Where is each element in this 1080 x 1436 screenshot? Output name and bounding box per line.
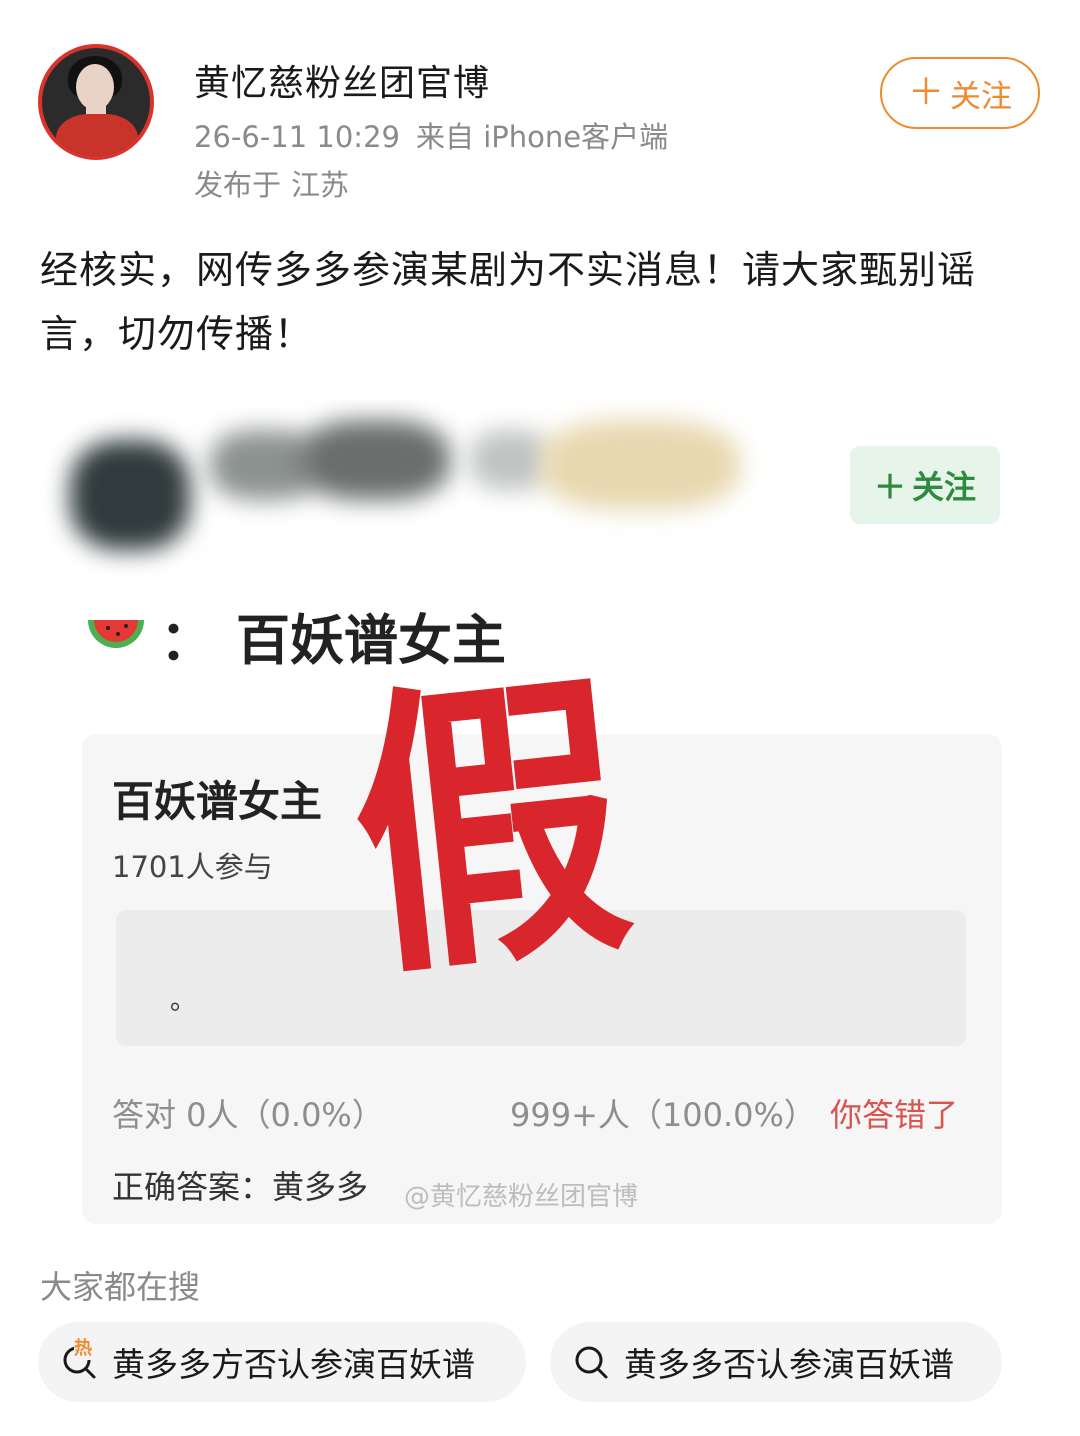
post-meta: 26-6-11 10:29 来自 iPhone客户端 — [194, 114, 668, 156]
quiz-option-text: 。 — [170, 986, 197, 1016]
search-suggestion-1[interactable]: 热 黄多多方否认参演百妖谱 — [38, 1322, 526, 1402]
location-value: 江苏 — [291, 168, 350, 202]
follow-label: 关注 — [950, 78, 1012, 115]
image-follow-button: ＋ 关注 — [850, 446, 1000, 524]
blurred-name — [540, 420, 740, 510]
fake-stamp: 假 — [337, 641, 643, 1018]
hot-badge: 热 — [74, 1334, 92, 1360]
quiz-wrong-stats: 999+人（100.0%） — [510, 1096, 816, 1134]
search-heading: 大家都在搜 — [40, 1268, 201, 1306]
author-name[interactable]: 黄忆慈粉丝团官博 — [194, 54, 490, 106]
colon-mark: ： — [160, 609, 214, 672]
quiz-wrong-label: 你答错了 — [830, 1096, 959, 1134]
quiz-correct-stats: 答对 0人（0.0%） — [112, 1096, 384, 1134]
hot-search-icon: 热 — [60, 1334, 100, 1382]
post-image[interactable]: ＋ 关注 ：百妖谱女主 百妖谱女主 1701人参与 。 答对 0人（0.0%） … — [40, 400, 1040, 1230]
search-icon — [572, 1342, 612, 1382]
blurred-name — [300, 420, 450, 500]
post-source: 来自 iPhone客户端 — [415, 120, 669, 154]
search-suggestion-label: 黄多多方否认参演百妖谱 — [112, 1345, 475, 1384]
author-avatar[interactable] — [38, 44, 154, 160]
plus-icon: ＋ — [907, 72, 944, 113]
watermelon-icon — [88, 620, 144, 648]
blurred-avatar — [70, 440, 190, 550]
post-text: 经核实，网传多多参演某剧为不实消息！请大家甄别谣言，切勿传播！ — [40, 248, 977, 356]
quiz-answer: 正确答案：黄多多 — [112, 1168, 369, 1206]
follow-button[interactable]: ＋ 关注 — [880, 57, 1040, 129]
image-watermark: @黄忆慈粉丝团官博 — [404, 1182, 639, 1212]
quiz-participants: 1701人参与 — [112, 850, 273, 884]
search-suggestion-label: 黄多多否认参演百妖谱 — [624, 1345, 954, 1384]
image-follow-label: 关注 — [912, 468, 977, 506]
location-prefix: 发布于 — [194, 168, 282, 202]
blurred-name — [470, 430, 550, 490]
quiz-stats: 答对 0人（0.0%） 999+人（100.0%） 你答错了 — [112, 1090, 958, 1136]
post-timestamp: 26-6-11 10:29 — [194, 120, 400, 154]
plus-icon: ＋ — [873, 468, 906, 506]
quiz-title: 百妖谱女主 — [112, 777, 323, 826]
search-suggestion-2[interactable]: 黄多多否认参演百妖谱 — [550, 1322, 1002, 1402]
post-location: 发布于 江苏 — [194, 162, 349, 204]
